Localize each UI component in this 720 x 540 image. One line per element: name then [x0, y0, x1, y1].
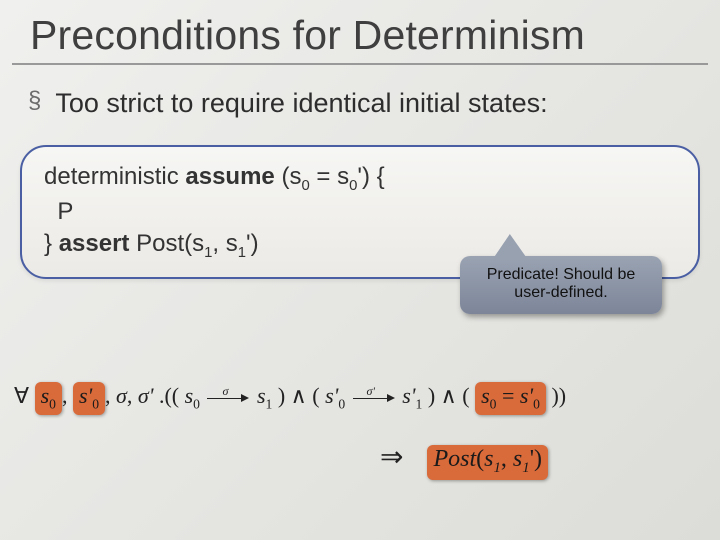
code-eq: = s: [310, 163, 349, 190]
fn-post: Post: [433, 446, 476, 472]
arrow-label: σ': [353, 384, 389, 399]
hl-s0p: s'0: [73, 382, 105, 415]
callout-bubble: Predicate! Should be user-defined.: [460, 256, 662, 314]
bullet-marker: §: [28, 87, 41, 116]
var-sigma: σ: [116, 383, 127, 408]
sub-0: 0: [49, 396, 56, 411]
code-close: ') {: [357, 163, 384, 190]
code-comma: , s: [212, 230, 237, 257]
bullet-text: Too strict to require identical initial …: [55, 87, 547, 121]
var-s: s: [481, 383, 490, 408]
code-line-2: P: [44, 196, 676, 228]
sub-1: 1: [493, 460, 500, 476]
sym-dot: .((: [159, 383, 179, 408]
var-sp: s': [325, 383, 338, 408]
sub-1: 1: [522, 460, 529, 476]
var-sp: s': [79, 383, 92, 408]
var-s: s: [41, 383, 50, 408]
sym-implies: ⇒: [380, 442, 403, 473]
callout-text-1: Predicate! Should be: [470, 266, 652, 284]
kw-deterministic: deterministic: [44, 163, 179, 190]
sub-1: 1: [416, 396, 423, 411]
var-s: s: [513, 446, 522, 472]
sym-paren: (: [476, 446, 484, 472]
sym-comma: ,: [501, 446, 513, 472]
code-brace: }: [44, 230, 52, 257]
code-paren: (s: [281, 163, 301, 190]
code-sub: 1: [238, 245, 246, 261]
sub-0: 0: [92, 396, 99, 411]
sub-0: 0: [490, 396, 497, 411]
sub-0: 0: [533, 396, 540, 411]
hl-s0: s0: [35, 382, 62, 415]
callout-text-2: user-defined.: [470, 284, 652, 302]
hl-eq: s0 = s'0: [475, 382, 546, 415]
sub-0: 0: [193, 396, 200, 411]
sym-paren: '): [530, 446, 542, 472]
var-s: s: [185, 383, 194, 408]
sym-eq: =: [502, 383, 520, 408]
var-sp: s': [520, 383, 533, 408]
code-end: '): [246, 230, 259, 257]
bullet-item: § Too strict to require identical initia…: [0, 65, 720, 129]
sub-1: 1: [266, 396, 273, 411]
sub-0: 0: [338, 396, 345, 411]
kw-assert: assert: [59, 230, 130, 257]
code-body: P: [44, 198, 73, 225]
arrow-label: σ: [207, 384, 243, 399]
code-line-1: deterministic assume (s0 = s0') {: [44, 161, 676, 196]
sym-and: ) ∧ (: [428, 383, 470, 408]
page-title: Preconditions for Determinism: [12, 0, 708, 65]
formula-line-1: ∀ s0, s'0, σ, σ' .(( s0 σ s1 ) ∧ ( s'0 σ…: [14, 382, 706, 415]
var-sp: s': [402, 383, 415, 408]
kw-assume: assume: [185, 163, 274, 190]
formula-line-2: ⇒ Post(s1, s1'): [380, 440, 710, 480]
hl-post: Post(s1, s1'): [427, 445, 548, 480]
var-s: s: [257, 383, 266, 408]
sym-forall: ∀: [14, 383, 29, 408]
sym-and: ) ∧ (: [278, 383, 320, 408]
sym-close: )): [551, 383, 566, 408]
code-post: Post(s: [129, 230, 204, 257]
code-sub: 0: [301, 178, 309, 194]
slide: Preconditions for Determinism § Too stri…: [0, 0, 720, 540]
var-sigmap: σ': [138, 383, 154, 408]
